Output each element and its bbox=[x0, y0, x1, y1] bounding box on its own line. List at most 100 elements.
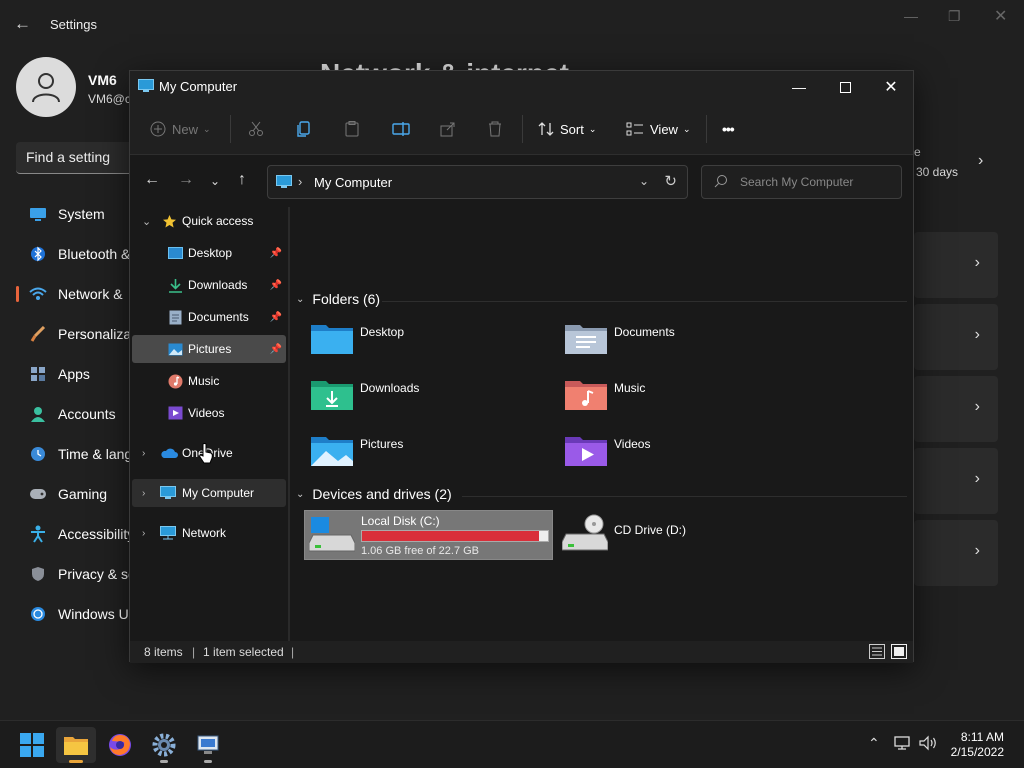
tile-label: Pictures bbox=[360, 437, 404, 451]
restore-icon[interactable]: ❐ bbox=[948, 8, 961, 25]
pin-icon: 📌 bbox=[269, 279, 282, 291]
volume-icon[interactable] bbox=[918, 735, 938, 754]
minimize-icon[interactable]: — bbox=[904, 8, 918, 24]
delete-button[interactable] bbox=[488, 103, 508, 155]
chevron-right-icon[interactable]: › bbox=[978, 152, 983, 170]
find-setting-input[interactable]: Find a setting bbox=[16, 142, 144, 174]
drives-group-header[interactable]: ⌄ Devices and drives (2) bbox=[296, 486, 452, 502]
show-hidden-icons-chevron-icon[interactable]: ⌃ bbox=[868, 735, 880, 752]
tile-label: Documents bbox=[614, 325, 675, 339]
nav-item-personalization[interactable]: Personaliza bbox=[16, 316, 130, 352]
content-pane: ⌄ Folders (6) Desktop Documents Download… bbox=[290, 207, 913, 641]
nav-item-accessibility[interactable]: Accessibility bbox=[16, 516, 130, 552]
sidebar-label: Desktop bbox=[188, 246, 233, 260]
sidebar-item-videos[interactable]: Videos bbox=[132, 399, 286, 427]
settings-card[interactable]: › bbox=[914, 304, 998, 370]
avatar[interactable] bbox=[16, 57, 76, 117]
taskbar: ⌃ 8:11 AM 2/15/2022 bbox=[0, 720, 1024, 768]
copy-button[interactable] bbox=[296, 103, 318, 155]
clock-time: 8:11 AM bbox=[960, 730, 1004, 744]
explorer-title-bar[interactable]: My Computer — ✕ bbox=[130, 71, 913, 103]
folder-tile-pictures[interactable]: Pictures bbox=[304, 427, 548, 477]
tile-label: Desktop bbox=[360, 325, 405, 339]
drive-tile-cd-drive[interactable]: CD Drive (D:) bbox=[558, 510, 758, 560]
person-icon bbox=[28, 404, 48, 424]
settings-card[interactable]: › bbox=[914, 448, 998, 514]
taskbar-clock[interactable]: 8:11 AM 2/15/2022 bbox=[951, 730, 1004, 760]
nav-item-privacy[interactable]: Privacy & se bbox=[16, 556, 130, 592]
minimize-button[interactable]: — bbox=[776, 71, 822, 103]
rename-button[interactable] bbox=[392, 103, 416, 155]
settings-card[interactable]: › bbox=[914, 376, 998, 442]
search-box[interactable] bbox=[701, 165, 902, 199]
details-view-icon[interactable] bbox=[869, 644, 885, 659]
network-status-icon[interactable] bbox=[894, 735, 912, 754]
maximize-button[interactable] bbox=[822, 71, 868, 103]
sidebar-item-quick-access[interactable]: ⌄ Quick access bbox=[132, 207, 286, 235]
folders-group-header[interactable]: ⌄ Folders (6) bbox=[296, 291, 380, 307]
nav-item-system[interactable]: System bbox=[16, 196, 130, 232]
folder-tile-downloads[interactable]: Downloads bbox=[304, 371, 548, 421]
drive-tile-local-disk[interactable]: Local Disk (C:) 1.06 GB free of 22.7 GB bbox=[304, 510, 553, 560]
folder-pictures-icon bbox=[310, 431, 354, 472]
folder-tile-desktop[interactable]: Desktop bbox=[304, 315, 548, 365]
back-arrow-icon[interactable]: ← bbox=[144, 171, 160, 189]
refresh-icon[interactable]: ↻ bbox=[664, 172, 677, 190]
nav-item-accounts[interactable]: Accounts bbox=[16, 396, 130, 432]
nav-item-windows-update[interactable]: Windows U bbox=[16, 596, 130, 632]
address-bar[interactable]: › My Computer ⌄ ↻ bbox=[267, 165, 688, 199]
pin-icon: 📌 bbox=[269, 311, 282, 323]
nav-label: Accounts bbox=[58, 406, 116, 422]
nav-item-time-language[interactable]: Time & lang bbox=[16, 436, 130, 472]
close-button[interactable]: ✕ bbox=[868, 71, 914, 103]
folder-icon bbox=[64, 737, 88, 755]
cut-button[interactable] bbox=[248, 103, 270, 155]
settings-card[interactable]: › bbox=[914, 232, 998, 298]
share-button[interactable] bbox=[440, 103, 462, 155]
gamepad-icon bbox=[28, 484, 48, 504]
share-icon bbox=[440, 122, 455, 137]
sidebar-item-network[interactable]: › Network bbox=[132, 519, 286, 547]
more-options-icon[interactable]: ••• bbox=[722, 103, 735, 155]
folder-tile-documents[interactable]: Documents bbox=[558, 315, 802, 365]
sidebar-item-music[interactable]: Music bbox=[132, 367, 286, 395]
sidebar-item-my-computer[interactable]: › My Computer bbox=[132, 479, 286, 507]
nav-item-bluetooth[interactable]: Bluetooth & bbox=[16, 236, 130, 272]
taskbar-settings[interactable] bbox=[144, 727, 184, 763]
nav-label: Network & bbox=[58, 286, 123, 302]
drive-usage-bar bbox=[361, 530, 549, 542]
sidebar-item-documents[interactable]: Documents 📌 bbox=[132, 303, 286, 331]
search-input[interactable] bbox=[740, 173, 890, 191]
up-arrow-icon[interactable]: ↑ bbox=[238, 171, 246, 189]
start-button[interactable] bbox=[12, 727, 52, 763]
nav-item-network[interactable]: Network & bbox=[16, 276, 130, 312]
tiles-view-icon[interactable] bbox=[891, 644, 907, 659]
taskbar-app[interactable] bbox=[188, 727, 228, 763]
shield-icon bbox=[28, 564, 48, 584]
group-divider bbox=[382, 301, 907, 302]
chevron-down-icon[interactable]: ⌄ bbox=[639, 174, 649, 188]
folder-tile-videos[interactable]: Videos bbox=[558, 427, 802, 477]
document-icon bbox=[169, 310, 182, 325]
trash-icon bbox=[489, 121, 501, 137]
nav-item-apps[interactable]: Apps bbox=[16, 356, 130, 392]
sidebar-item-downloads[interactable]: Downloads 📌 bbox=[132, 271, 286, 299]
sidebar-item-desktop[interactable]: Desktop 📌 bbox=[132, 239, 286, 267]
settings-card[interactable]: › bbox=[914, 520, 998, 586]
recent-locations-chevron-icon[interactable]: ⌄ bbox=[210, 174, 220, 188]
pictures-icon bbox=[168, 343, 183, 356]
folder-tile-music[interactable]: Music bbox=[558, 371, 802, 421]
taskbar-file-explorer[interactable] bbox=[56, 727, 96, 763]
breadcrumb[interactable]: My Computer bbox=[314, 175, 392, 190]
chevron-down-icon: ⌄ bbox=[142, 215, 152, 228]
view-button[interactable]: View ⌄ bbox=[626, 103, 691, 155]
close-icon[interactable]: ✕ bbox=[994, 6, 1007, 26]
nav-item-gaming[interactable]: Gaming bbox=[16, 476, 130, 512]
back-arrow-icon[interactable]: ← bbox=[14, 14, 31, 34]
taskbar-firefox[interactable] bbox=[100, 727, 140, 763]
sidebar-item-pictures[interactable]: Pictures 📌 bbox=[132, 335, 286, 363]
sort-button[interactable]: Sort ⌄ bbox=[538, 103, 596, 155]
forward-arrow-icon[interactable]: → bbox=[178, 171, 194, 189]
paste-button[interactable] bbox=[344, 103, 366, 155]
new-button[interactable]: New ⌄ bbox=[150, 103, 211, 155]
